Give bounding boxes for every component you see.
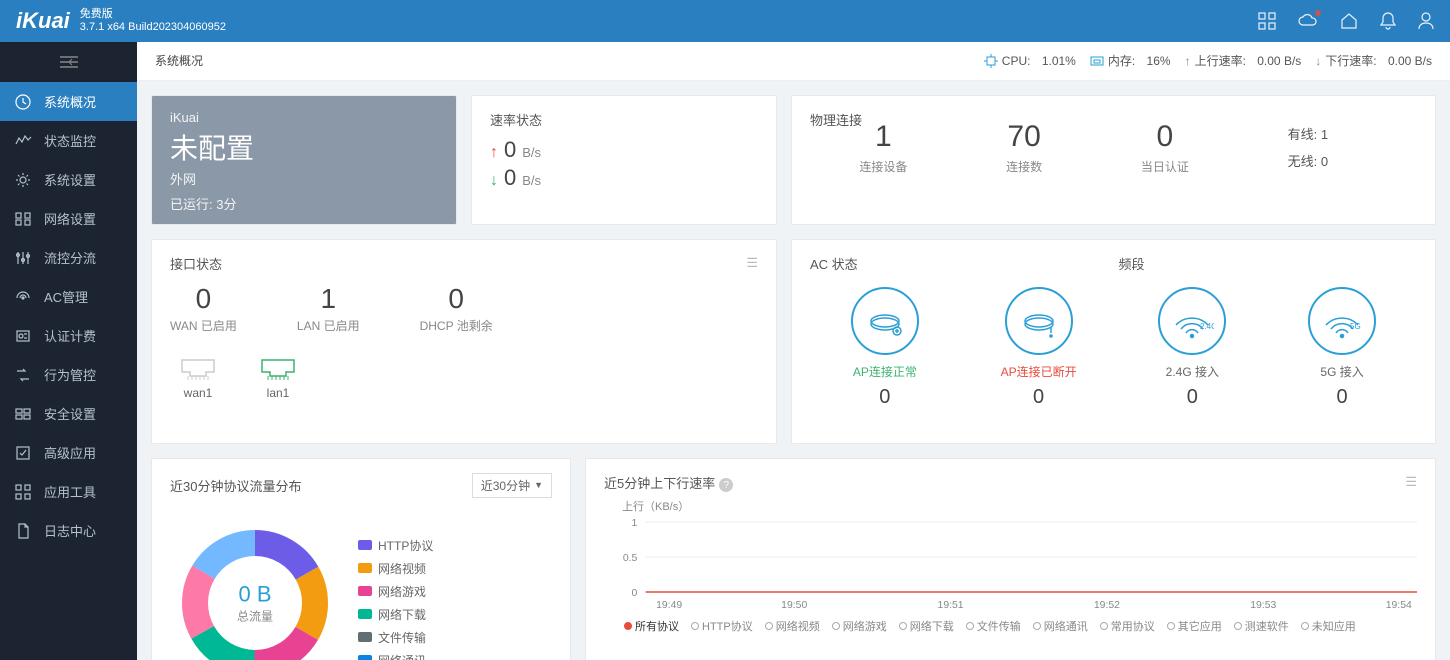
sidebar-item-status-monitor[interactable]: 状态监控: [0, 121, 137, 160]
sidebar-item-ac-manage[interactable]: AC管理: [0, 277, 137, 316]
legend-item[interactable]: 网络通讯: [358, 652, 433, 660]
sidebar-item-auth-billing[interactable]: 认证计费: [0, 316, 137, 355]
upload-stat: ↑上行速率: 0.00 B/s: [1185, 52, 1302, 69]
port-wan1[interactable]: wan1: [178, 356, 218, 400]
bell-icon[interactable]: [1380, 12, 1396, 30]
network-settings-icon: [14, 210, 32, 228]
protocol-toggle[interactable]: 测速软件: [1234, 618, 1289, 634]
protocol-toggle[interactable]: 常用协议: [1100, 618, 1155, 634]
connection-card: 物理连接 1连接设备 70连接数 0当日认证 有线: 1 无线: 0: [791, 95, 1436, 225]
protocol-toggle[interactable]: 网络下载: [899, 618, 954, 634]
home-icon[interactable]: [1340, 12, 1358, 30]
sidebar-item-app-tools[interactable]: 应用工具: [0, 472, 137, 511]
sidebar-item-label: 高级应用: [44, 443, 96, 462]
legend-item[interactable]: 网络游戏: [358, 583, 433, 600]
ac-col-1: AP连接已断开0: [1001, 287, 1077, 409]
log-center-icon: [14, 522, 32, 540]
logo: iKuai: [16, 8, 70, 34]
protocol-toggle[interactable]: 未知应用: [1301, 618, 1356, 634]
svg-text:19:49: 19:49: [656, 600, 682, 611]
advanced-icon: [14, 444, 32, 462]
speed-line-card: 近5分钟上下行速率? ☰ 上行（KB/s） 1 0.5 0: [585, 458, 1436, 660]
legend-item[interactable]: 网络视频: [358, 560, 433, 577]
svg-text:0: 0: [632, 588, 638, 599]
system-overview-icon: [14, 93, 32, 111]
sidebar-item-flow-control[interactable]: 流控分流: [0, 238, 137, 277]
status-monitor-icon: [14, 132, 32, 150]
sidebar-item-system-settings[interactable]: 系统设置: [0, 160, 137, 199]
sidebar-item-label: 日志中心: [44, 521, 96, 540]
interface-card: 接口状态 ☰ 0WAN 已启用 1LAN 已启用 0DHCP 池剩余 wan1: [151, 239, 777, 444]
card-menu-icon[interactable]: ☰: [1405, 474, 1417, 490]
auth-billing-icon: [14, 327, 32, 345]
sidebar-item-log-center[interactable]: 日志中心: [0, 511, 137, 550]
svg-text:0.5: 0.5: [623, 553, 638, 564]
legend-item[interactable]: 网络下载: [358, 606, 433, 623]
page-title: 系统概况: [155, 52, 984, 69]
sidebar-item-label: AC管理: [44, 287, 88, 306]
svg-text:19:52: 19:52: [1094, 600, 1120, 611]
svg-text:19:50: 19:50: [781, 600, 807, 611]
sidebar-item-behavior[interactable]: 行为管控: [0, 355, 137, 394]
apps-icon[interactable]: [1258, 12, 1276, 30]
sidebar-item-label: 应用工具: [44, 482, 96, 501]
ac-manage-icon: [14, 288, 32, 306]
sidebar-toggle[interactable]: [0, 42, 137, 82]
ac-col-0: AP连接正常0: [851, 287, 919, 409]
flow-control-icon: [14, 249, 32, 267]
speed-card: 速率状态 ↑ 0 B/s ↓ 0 B/s: [471, 95, 777, 225]
sidebar-item-label: 系统概况: [44, 92, 96, 111]
svg-text:19:54: 19:54: [1386, 600, 1412, 611]
sidebar-item-system-overview[interactable]: 系统概况: [0, 82, 137, 121]
sidebar-item-label: 网络设置: [44, 209, 96, 228]
help-icon[interactable]: ?: [719, 478, 733, 492]
legend-item[interactable]: HTTP协议: [358, 537, 433, 554]
sidebar-item-network-settings[interactable]: 网络设置: [0, 199, 137, 238]
sidebar-item-advanced[interactable]: 高级应用: [0, 433, 137, 472]
svg-text:2.4G: 2.4G: [1200, 322, 1214, 331]
time-range-select[interactable]: 近30分钟 ▼: [472, 473, 552, 498]
sidebar-item-label: 行为管控: [44, 365, 96, 384]
svg-text:19:53: 19:53: [1250, 600, 1276, 611]
protocol-toggle[interactable]: 所有协议: [624, 618, 679, 634]
system-settings-icon: [14, 171, 32, 189]
app-tools-icon: [14, 483, 32, 501]
ac-col-3: 5G5G 接入0: [1308, 287, 1376, 409]
protocol-toggle[interactable]: HTTP协议: [691, 618, 753, 634]
cpu-stat: CPU: 1.01%: [984, 54, 1076, 68]
sidebar-item-label: 系统设置: [44, 170, 96, 189]
ac-status-card: AC 状态 频段 AP连接正常0AP连接已断开02.4G2.4G 接入05G5G…: [791, 239, 1436, 444]
protocol-toggle[interactable]: 网络通讯: [1033, 618, 1088, 634]
svg-text:19:51: 19:51: [938, 600, 964, 611]
sidebar-item-label: 认证计费: [44, 326, 96, 345]
card-menu-icon[interactable]: ☰: [746, 255, 758, 271]
svg-text:5G: 5G: [1350, 322, 1361, 331]
protocol-toggle[interactable]: 网络视频: [765, 618, 820, 634]
protocol-toggle[interactable]: 其它应用: [1167, 618, 1222, 634]
sidebar-item-label: 安全设置: [44, 404, 96, 423]
mem-stat: 内存: 16%: [1090, 52, 1171, 69]
behavior-icon: [14, 366, 32, 384]
sidebar-item-label: 流控分流: [44, 248, 96, 267]
cloud-icon[interactable]: [1298, 13, 1318, 29]
protocol-toggle[interactable]: 网络游戏: [832, 618, 887, 634]
download-stat: ↓下行速率: 0.00 B/s: [1315, 52, 1432, 69]
ac-col-2: 2.4G2.4G 接入0: [1158, 287, 1226, 409]
legend-item[interactable]: 文件传输: [358, 629, 433, 646]
user-icon[interactable]: [1418, 12, 1434, 30]
protocol-pie-card: 近30分钟协议流量分布 近30分钟 ▼: [151, 458, 571, 660]
sidebar-item-security[interactable]: 安全设置: [0, 394, 137, 433]
svg-text:1: 1: [632, 518, 638, 529]
protocol-toggle[interactable]: 文件传输: [966, 618, 1021, 634]
build-info: 免费版 3.7.1 x64 Build202304060952: [80, 8, 226, 34]
port-lan1[interactable]: lan1: [258, 356, 298, 400]
sidebar-item-label: 状态监控: [44, 131, 96, 150]
wan-status-card: iKuai 未配置 外网 已运行: 3分: [151, 95, 457, 225]
security-icon: [14, 405, 32, 423]
